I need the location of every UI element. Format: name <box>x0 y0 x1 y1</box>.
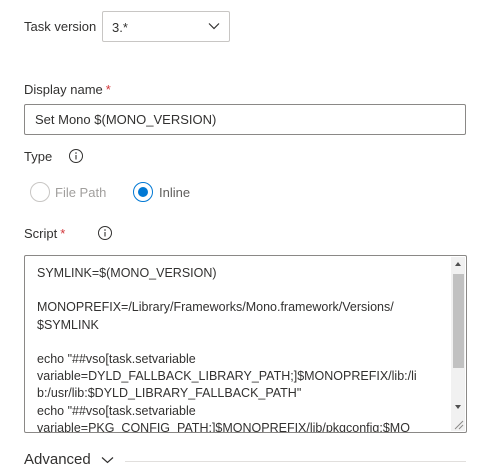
task-version-dropdown[interactable]: 3.* <box>102 11 230 42</box>
script-textarea[interactable]: SYMLINK=$(MONO_VERSION) MONOPREFIX=/Libr… <box>24 255 467 433</box>
scrollbar[interactable] <box>451 257 465 431</box>
required-mark: * <box>60 226 66 241</box>
radio-file-path[interactable] <box>30 182 50 202</box>
scroll-up-arrow-icon[interactable] <box>451 257 465 271</box>
script-content: SYMLINK=$(MONO_VERSION) MONOPREFIX=/Libr… <box>37 266 417 433</box>
required-mark: * <box>105 82 111 97</box>
advanced-section-toggle[interactable]: Advanced <box>24 451 91 468</box>
task-version-label: Task version <box>24 19 97 34</box>
radio-file-path-label[interactable]: File Path <box>55 185 106 200</box>
resize-grip-icon[interactable] <box>451 417 465 431</box>
task-version-value: 3.* <box>112 20 128 35</box>
chevron-down-icon <box>208 23 220 30</box>
scrollbar-thumb[interactable] <box>453 274 464 368</box>
section-divider <box>125 461 466 462</box>
scroll-down-arrow-icon[interactable] <box>451 400 465 414</box>
info-icon[interactable] <box>68 148 84 164</box>
radio-inline[interactable] <box>133 182 153 202</box>
info-icon[interactable] <box>97 225 113 241</box>
display-name-input[interactable] <box>24 104 466 135</box>
chevron-down-icon[interactable] <box>101 456 114 464</box>
script-label: Script * <box>24 226 66 241</box>
radio-inline-label[interactable]: Inline <box>159 185 190 200</box>
type-label: Type <box>24 149 53 164</box>
type-radio-group: File Path Inline <box>30 182 230 204</box>
display-name-label: Display name * <box>24 82 111 97</box>
